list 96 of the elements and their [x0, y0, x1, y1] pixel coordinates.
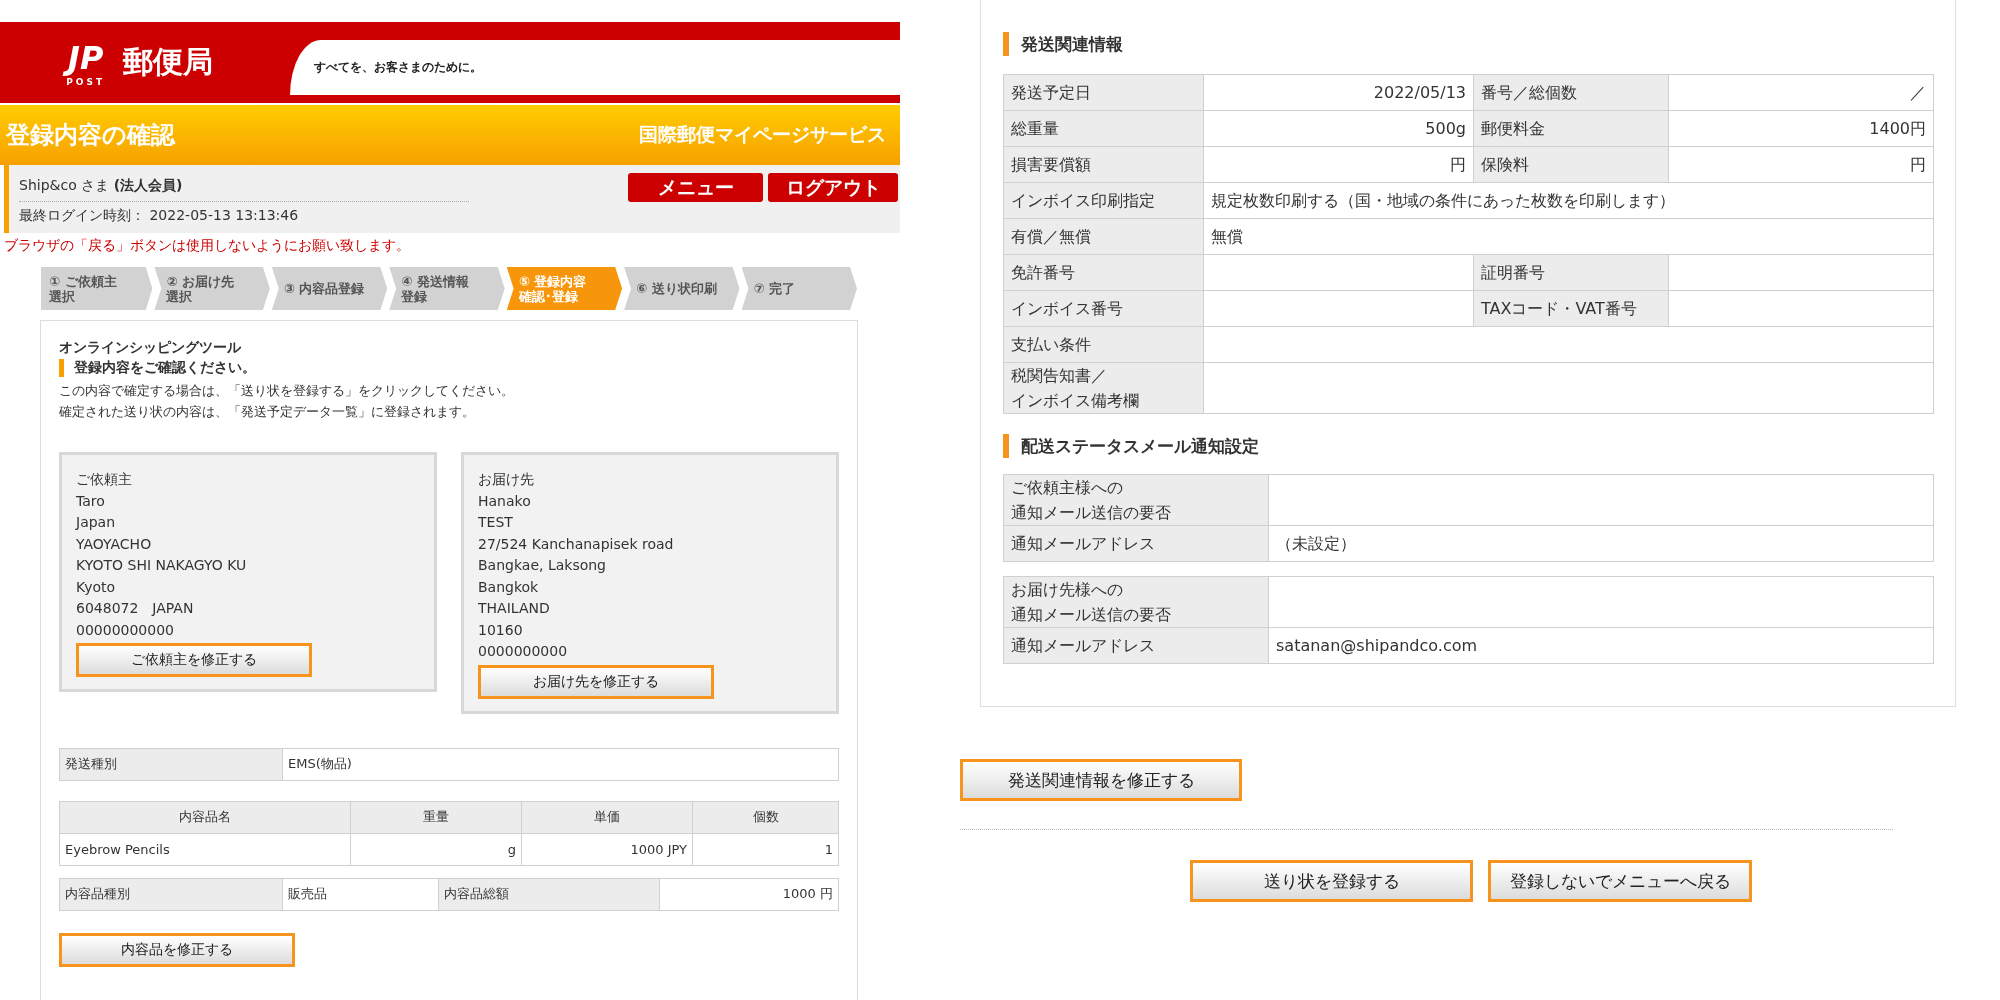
table-label: 通知メールアドレス — [1003, 627, 1269, 664]
step-label: ① ご依頼主 — [49, 273, 117, 289]
address-line: 6048072 JAPAN — [76, 599, 195, 618]
step-label: 選択 — [166, 288, 193, 304]
address-title: ご依頼主 — [76, 470, 133, 489]
table-label: 郵便料金 — [1473, 110, 1669, 147]
step-label: 選択 — [49, 288, 75, 304]
address-line: Taro — [76, 491, 106, 511]
step-label: ⑥ 送り状印刷 — [636, 281, 717, 296]
address-line: KYOTO SHI NAKAGYO KU — [76, 556, 248, 575]
edit-address-button[interactable]: ご依頼主を修正する — [76, 643, 312, 677]
column-header: 単価 — [521, 801, 693, 833]
step-label: ② お届け先 — [166, 273, 234, 289]
edit-items-button[interactable]: 内容品を修正する — [59, 932, 295, 967]
step-label: 登録 — [401, 288, 428, 304]
last-login: 最終ログイン時刻： 2022-05-13 13:13:46 — [19, 206, 300, 225]
table-label: インボイス番号 — [1003, 290, 1204, 327]
table-cell: 販売品 — [282, 878, 439, 910]
address-line: THAILAND — [478, 599, 551, 618]
table-cell: g — [350, 833, 522, 865]
address-line: Bangkae, Laksong — [478, 556, 607, 575]
table-cell: satanan@shipandco.com — [1268, 627, 1934, 664]
table-label: 通知メール送信の要否 — [1011, 502, 1171, 524]
table-label: 内容品総額 — [438, 878, 660, 910]
table-label: 通知メール送信の要否 — [1011, 604, 1171, 626]
table-cell: 無償 — [1203, 218, 1934, 255]
table-label: 通知メールアドレス — [1003, 525, 1269, 562]
user-name: Ship&co さま (法人会員) — [19, 173, 469, 202]
table-label: 免許番号 — [1003, 254, 1204, 291]
table-cell: Eyebrow Pencils — [59, 833, 351, 865]
edit-address-button[interactable]: お届け先を修正する — [478, 664, 714, 699]
section-heading: 発送関連情報 — [1003, 32, 1933, 56]
table-label: 発送種別 — [59, 748, 283, 780]
address-line: Hanako — [478, 491, 532, 511]
table-cell: ／ — [1668, 74, 1934, 111]
step-label: ③ 内容品登録 — [283, 281, 365, 296]
address-title: お届け先 — [478, 470, 535, 489]
table-cell: 円 — [1203, 146, 1474, 183]
table-cell: 500g — [1203, 110, 1474, 147]
table-label: 番号／総個数 — [1473, 74, 1669, 111]
column-header: 個数 — [692, 801, 839, 833]
back-to-menu-button[interactable]: 登録しないでメニューへ戻る — [1488, 860, 1752, 902]
table-cell: 規定枚数印刷する（国・地域の条件にあった枚数を印刷します） — [1203, 182, 1934, 219]
table-cell: 1000 JPY — [521, 833, 693, 865]
service-name: 国際郵便マイページサービス — [639, 122, 886, 147]
address-line: Kyoto — [76, 577, 117, 597]
table-cell: 円 — [1668, 146, 1934, 183]
address-line: Bangkok — [478, 577, 540, 597]
table-cell: （未設定） — [1268, 525, 1934, 562]
table-cell: EMS(物品) — [282, 748, 839, 780]
nav-button[interactable]: メニュー — [628, 173, 763, 202]
section-heading: 登録内容をご確認ください。 — [59, 359, 839, 377]
edit-shipping-button[interactable]: 発送関連情報を修正する — [960, 759, 1242, 801]
step-label: ⑤ 登録内容 — [518, 273, 587, 289]
address-line: 27/524 Kanchanapisek road — [478, 534, 675, 554]
logo-subtext: POST — [66, 76, 106, 87]
column-header: 重量 — [350, 801, 522, 833]
table-label: インボイス印刷指定 — [1003, 182, 1204, 219]
table-label: 総重量 — [1003, 110, 1204, 147]
table-label: 発送予定日 — [1003, 74, 1204, 111]
column-header: 内容品名 — [59, 801, 351, 833]
warning-text: ブラウザの「戻る」ボタンは使用しないようにお願い致します。 — [3, 236, 411, 255]
address-line: 0000000000 — [478, 642, 569, 661]
table-cell: 1000 円 — [659, 878, 839, 910]
table-cell: 1400円 — [1668, 110, 1934, 147]
step-label: 確認･登録 — [518, 288, 578, 304]
step-label: ⑦ 完了 — [753, 281, 796, 296]
table-label: TAXコード・VAT番号 — [1473, 290, 1669, 327]
tagline: すべてを、お客さまのために。 — [314, 59, 482, 76]
instruction-text: 確定された送り状の内容は、「発送予定データ一覧」に登録されます。 — [59, 403, 476, 421]
table-label: 税関告知書／ — [1011, 365, 1107, 387]
address-line: Japan — [76, 513, 117, 532]
section-heading: 配送ステータスメール通知設定 — [1003, 434, 1933, 458]
address-line: TEST — [478, 513, 514, 532]
table-label: 内容品種別 — [59, 878, 283, 910]
page-title: 登録内容の確認 — [6, 120, 175, 151]
step-label: ④ 発送情報 — [401, 273, 469, 289]
table-label: 有償／無償 — [1003, 218, 1204, 255]
table-cell: 1 — [692, 833, 839, 865]
table-label: インボイス備考欄 — [1011, 390, 1139, 412]
table-label: 保険料 — [1473, 146, 1669, 183]
instruction-text: この内容で確定する場合は、「送り状を登録する」をクリックしてください。 — [59, 382, 515, 400]
logo-mark: JP — [62, 38, 110, 77]
register-button[interactable]: 送り状を登録する — [1190, 860, 1473, 902]
table-cell: 2022/05/13 — [1203, 74, 1474, 111]
table-label: ご依頼主様への — [1011, 477, 1123, 499]
address-line: YAOYACHO — [76, 534, 153, 554]
table-label: 証明番号 — [1473, 254, 1669, 291]
table-label: お届け先様への — [1011, 579, 1123, 601]
table-label: 支払い条件 — [1003, 326, 1204, 363]
tool-title: オンラインシッピングツール — [59, 339, 242, 357]
logo-text: 郵便局 — [123, 43, 214, 81]
nav-button[interactable]: ログアウト — [768, 173, 898, 202]
address-line: 10160 — [478, 620, 524, 640]
table-label: 損害要償額 — [1003, 146, 1204, 183]
address-line: 00000000000 — [76, 620, 175, 640]
